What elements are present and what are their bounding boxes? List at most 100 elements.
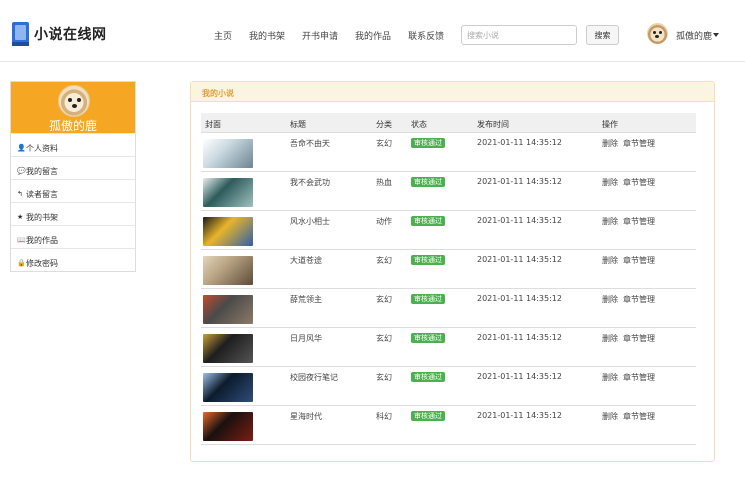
table-row: 大道苍途 玄幻 审核通过 2021-01-11 14:35:12 删除 章节管理	[201, 250, 696, 289]
novel-category: 动作	[376, 217, 392, 226]
user-avatar[interactable]	[647, 23, 668, 44]
chapter-manage-link[interactable]: 章节管理	[623, 295, 655, 304]
novel-cover-image[interactable]	[203, 412, 253, 441]
table-row: 薛荒领主 玄幻 审核通过 2021-01-11 14:35:12 删除 章节管理	[201, 289, 696, 328]
novel-title[interactable]: 风水小相士	[290, 216, 330, 227]
row-actions: 删除 章节管理	[602, 411, 660, 422]
status-cell: 审核通过	[411, 216, 445, 226]
novel-title[interactable]: 薛荒领主	[290, 294, 322, 305]
profile-sidebar: 孤傲的鹿 👤 个人资料 💬 我的留言 ↰ 读者留言 ★ 我的书架 📖 我的作品 🔒 修改密码	[10, 81, 136, 272]
delete-link[interactable]: 删除	[602, 139, 618, 148]
nav-bookshelf[interactable]: 我的书架	[249, 29, 285, 42]
novel-title[interactable]: 吾命不由天	[290, 138, 330, 149]
novel-category: 玄幻	[376, 256, 392, 265]
delete-link[interactable]: 删除	[602, 412, 618, 421]
delete-link[interactable]: 删除	[602, 217, 618, 226]
delete-link[interactable]: 删除	[602, 373, 618, 382]
status-badge: 审核通过	[411, 177, 445, 187]
chevron-down-icon[interactable]	[713, 33, 719, 37]
row-actions: 删除 章节管理	[602, 294, 660, 305]
delete-link[interactable]: 删除	[602, 178, 618, 187]
status-badge: 审核通过	[411, 333, 445, 343]
novel-cover-image[interactable]	[203, 217, 253, 246]
nav-feedback[interactable]: 联系反馈	[408, 29, 444, 42]
nav-my-works[interactable]: 我的作品	[355, 29, 391, 42]
delete-link[interactable]: 删除	[602, 256, 618, 265]
nav-home[interactable]: 主页	[214, 29, 232, 42]
row-actions: 删除 章节管理	[602, 333, 660, 344]
avatar-eye	[659, 31, 662, 34]
publish-time: 2021-01-11 14:35:12	[477, 138, 562, 147]
sidebar-item-label: 个人资料	[26, 143, 58, 153]
novels-table: 封面 标题 分类 状态 发布时间 操作 吾命不由天 玄幻 审核通过 2021-01-1…	[201, 113, 696, 445]
novel-category: 玄幻	[376, 334, 392, 343]
row-actions: 删除 章节管理	[602, 138, 660, 149]
user-name[interactable]: 孤傲的鹿	[676, 29, 712, 42]
sidebar-username: 孤傲的鹿	[48, 119, 97, 133]
panel-title: 我的小说	[191, 82, 714, 102]
chapter-manage-link[interactable]: 章节管理	[623, 178, 655, 187]
novel-cover-image[interactable]	[203, 373, 253, 402]
publish-time: 2021-01-11 14:35:12	[477, 294, 562, 303]
publish-time: 2021-01-11 14:35:12	[477, 411, 562, 420]
nav-apply[interactable]: 开书申请	[302, 29, 338, 42]
user-icon: 👤	[17, 144, 26, 152]
table-row: 日月风华 玄幻 审核通过 2021-01-11 14:35:12 删除 章节管理	[201, 328, 696, 367]
novel-title[interactable]: 星海时代	[290, 411, 322, 422]
my-novels-panel: 我的小说 封面 标题 分类 状态 发布时间 操作 吾命不由天 玄幻 审核通过 2021…	[190, 81, 715, 462]
sidebar-item-label: 我的留言	[26, 166, 58, 176]
novel-category: 玄幻	[376, 295, 392, 304]
search-button[interactable]: 搜索	[586, 25, 619, 45]
avatar-eye	[77, 98, 81, 102]
sidebar-item-lock[interactable]: 🔒 修改密码	[11, 248, 135, 271]
col-cover: 封面	[205, 120, 221, 129]
novel-title[interactable]: 大道苍途	[290, 255, 322, 266]
novel-cover-image[interactable]	[203, 334, 253, 363]
chapter-manage-link[interactable]: 章节管理	[623, 412, 655, 421]
star-icon: ★	[17, 213, 24, 221]
sidebar-avatar	[58, 85, 90, 117]
sidebar-item-book[interactable]: 📖 我的作品	[11, 225, 135, 248]
sidebar-item-user[interactable]: 👤 个人资料	[11, 133, 135, 156]
sidebar-item-comment[interactable]: 💬 我的留言	[11, 156, 135, 179]
row-actions: 删除 章节管理	[602, 177, 660, 188]
chapter-manage-link[interactable]: 章节管理	[623, 334, 655, 343]
sidebar-item-label: 读者留言	[26, 189, 58, 199]
status-badge: 审核通过	[411, 372, 445, 382]
novel-cover-image[interactable]	[203, 139, 253, 168]
novel-title[interactable]: 我不会武功	[290, 177, 330, 188]
search-input[interactable]	[461, 25, 577, 45]
site-logo[interactable]: 小说在线网	[12, 22, 107, 46]
row-actions: 删除 章节管理	[602, 255, 660, 266]
delete-link[interactable]: 删除	[602, 295, 618, 304]
novel-title[interactable]: 日月风华	[290, 333, 322, 344]
sidebar-item-label: 我的书架	[26, 212, 58, 222]
col-actions: 操作	[602, 120, 618, 129]
status-badge: 审核通过	[411, 216, 445, 226]
col-status: 状态	[411, 120, 427, 129]
chapter-manage-link[interactable]: 章节管理	[623, 139, 655, 148]
sidebar-profile-header: 孤傲的鹿	[11, 82, 135, 133]
novel-cover-image[interactable]	[203, 295, 253, 324]
chapter-manage-link[interactable]: 章节管理	[623, 256, 655, 265]
reply-icon: ↰	[17, 190, 23, 198]
sidebar-item-reply[interactable]: ↰ 读者留言	[11, 179, 135, 202]
table-row: 校园夜行笔记 玄幻 审核通过 2021-01-11 14:35:12 删除 章节管理	[201, 367, 696, 406]
novel-title[interactable]: 校园夜行笔记	[290, 372, 338, 383]
avatar-nose	[72, 104, 77, 108]
status-cell: 审核通过	[411, 372, 445, 382]
novel-cover-image[interactable]	[203, 256, 253, 285]
avatar-eye	[68, 98, 72, 102]
status-cell: 审核通过	[411, 255, 445, 265]
site-title: 小说在线网	[34, 27, 107, 43]
col-category: 分类	[376, 120, 392, 129]
novel-cover-image[interactable]	[203, 178, 253, 207]
delete-link[interactable]: 删除	[602, 334, 618, 343]
table-header: 封面 标题 分类 状态 发布时间 操作	[201, 113, 696, 133]
publish-time: 2021-01-11 14:35:12	[477, 177, 562, 186]
sidebar-item-star[interactable]: ★ 我的书架	[11, 202, 135, 225]
chapter-manage-link[interactable]: 章节管理	[623, 217, 655, 226]
chapter-manage-link[interactable]: 章节管理	[623, 373, 655, 382]
status-badge: 审核通过	[411, 294, 445, 304]
book-icon: 📖	[17, 236, 26, 244]
